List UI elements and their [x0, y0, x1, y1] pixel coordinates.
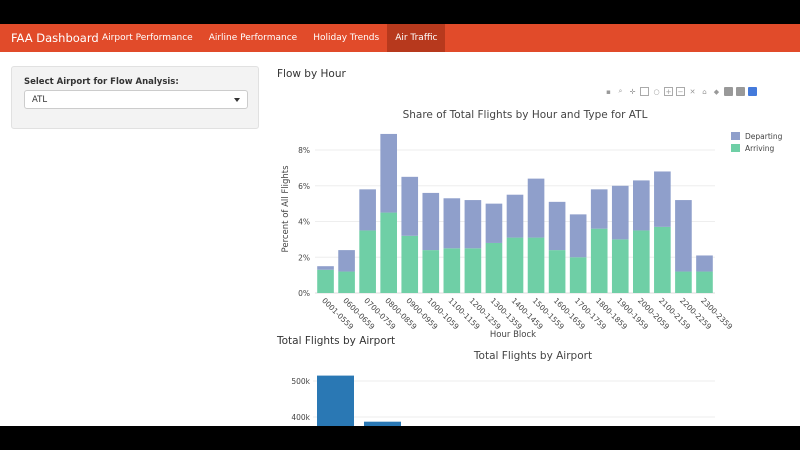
- bar-arriving[interactable]: [422, 250, 440, 293]
- y-tick-label: 2%: [298, 253, 310, 262]
- flow-section-title: Flow by Hour: [277, 68, 346, 80]
- bar-departing[interactable]: [401, 176, 419, 236]
- bar-arriving[interactable]: [506, 237, 524, 293]
- reset-axes-icon[interactable]: ⌂: [700, 87, 709, 96]
- bar-arriving[interactable]: [401, 235, 419, 293]
- sidebar-panel: Select Airport for Flow Analysis: ATL: [11, 66, 259, 129]
- navbar: FAA Dashboard Airport Performance Airlin…: [0, 24, 800, 52]
- legend-swatch-departing[interactable]: [731, 132, 740, 140]
- bar-departing[interactable]: [485, 203, 503, 243]
- legend-swatch-arriving[interactable]: [731, 144, 740, 152]
- plotly-logo-icon[interactable]: [748, 87, 757, 96]
- bar-departing[interactable]: [359, 189, 376, 231]
- bar-arriving[interactable]: [338, 271, 355, 293]
- zoom-icon[interactable]: ⌕: [616, 87, 625, 96]
- camera-icon[interactable]: ▪: [604, 87, 613, 96]
- y-tick-label: 6%: [298, 182, 310, 191]
- nav-tab-airline-performance[interactable]: Airline Performance: [201, 24, 306, 52]
- bar-arriving[interactable]: [443, 248, 461, 293]
- airport-select[interactable]: ATL: [24, 90, 248, 109]
- bar-departing[interactable]: [380, 133, 397, 213]
- y-tick-label: 400k: [291, 413, 310, 422]
- y-tick-label: 8%: [298, 146, 310, 155]
- bar-departing[interactable]: [443, 198, 461, 249]
- bar-arriving[interactable]: [569, 257, 587, 293]
- bar-arriving[interactable]: [380, 212, 397, 293]
- bar-departing[interactable]: [548, 201, 566, 251]
- hover-closest-icon[interactable]: [724, 87, 733, 96]
- zoom-in-icon[interactable]: +: [664, 87, 673, 96]
- y-axis-label: Percent of All Flights: [281, 165, 291, 253]
- airport-bar[interactable]: [317, 375, 354, 426]
- bar-arriving[interactable]: [527, 237, 545, 293]
- brand-title[interactable]: FAA Dashboard: [0, 31, 99, 45]
- autoscale-icon[interactable]: ✕: [688, 87, 697, 96]
- airport-select-label: Select Airport for Flow Analysis:: [24, 77, 179, 87]
- bar-departing[interactable]: [569, 214, 587, 258]
- bar-departing[interactable]: [633, 180, 650, 231]
- bar-arriving[interactable]: [611, 239, 629, 293]
- bar-departing[interactable]: [317, 266, 334, 270]
- bar-departing[interactable]: [464, 200, 482, 249]
- bar-departing[interactable]: [506, 194, 524, 238]
- nav-tab-air-traffic[interactable]: Air Traffic: [387, 24, 446, 52]
- nav-tab-holiday-trends[interactable]: Holiday Trends: [305, 24, 387, 52]
- bar-arriving[interactable]: [548, 250, 566, 293]
- chevron-down-icon: [234, 98, 240, 102]
- bar-departing[interactable]: [675, 200, 692, 272]
- chart-title: Share of Total Flights by Hour and Type …: [403, 109, 648, 121]
- y-tick-label: 500k: [291, 377, 310, 386]
- bar-departing[interactable]: [611, 185, 629, 240]
- bar-arriving[interactable]: [359, 230, 376, 293]
- letterbox-bottom: [0, 426, 800, 450]
- chart-title: Total Flights by Airport: [473, 350, 592, 362]
- flow-by-hour-chart[interactable]: Share of Total Flights by Hour and Type …: [275, 80, 795, 342]
- bar-arriving[interactable]: [633, 230, 650, 293]
- spike-lines-icon[interactable]: ◆: [712, 87, 721, 96]
- hover-compare-icon[interactable]: [736, 87, 745, 96]
- nav-tab-airport-performance[interactable]: Airport Performance: [94, 24, 201, 52]
- total-flights-chart[interactable]: Total Flights by Airport 400k 500k: [275, 344, 795, 426]
- app-window: FAA Dashboard Airport Performance Airlin…: [0, 24, 800, 426]
- bar-departing[interactable]: [590, 189, 608, 229]
- bar-arriving[interactable]: [675, 271, 692, 293]
- box-select-icon[interactable]: [640, 87, 649, 96]
- bar-departing[interactable]: [422, 192, 440, 251]
- legend-label-departing: Departing: [745, 132, 783, 141]
- zoom-out-icon[interactable]: −: [676, 87, 685, 96]
- bar-departing[interactable]: [527, 178, 545, 238]
- y-tick-label: 0%: [298, 289, 310, 298]
- letterbox-top: [0, 0, 800, 24]
- bar-arriving[interactable]: [485, 242, 503, 293]
- lasso-icon[interactable]: ○: [652, 87, 661, 96]
- bar-arriving[interactable]: [654, 226, 671, 293]
- bar-arriving[interactable]: [464, 248, 482, 293]
- bar-departing[interactable]: [654, 171, 671, 227]
- chart-modebar: ▪ ⌕ ✛ ○ + − ✕ ⌂ ◆: [604, 87, 757, 96]
- pan-icon[interactable]: ✛: [628, 87, 637, 96]
- x-axis-label: Hour Block: [490, 330, 536, 340]
- y-tick-label: 4%: [298, 218, 310, 227]
- bar-departing[interactable]: [696, 255, 713, 272]
- legend-label-arriving: Arriving: [745, 144, 775, 153]
- bar-arriving[interactable]: [317, 269, 334, 293]
- bar-arriving[interactable]: [590, 228, 608, 293]
- bar-arriving[interactable]: [696, 271, 713, 293]
- bar-departing[interactable]: [338, 250, 355, 272]
- airport-select-value: ATL: [32, 95, 48, 105]
